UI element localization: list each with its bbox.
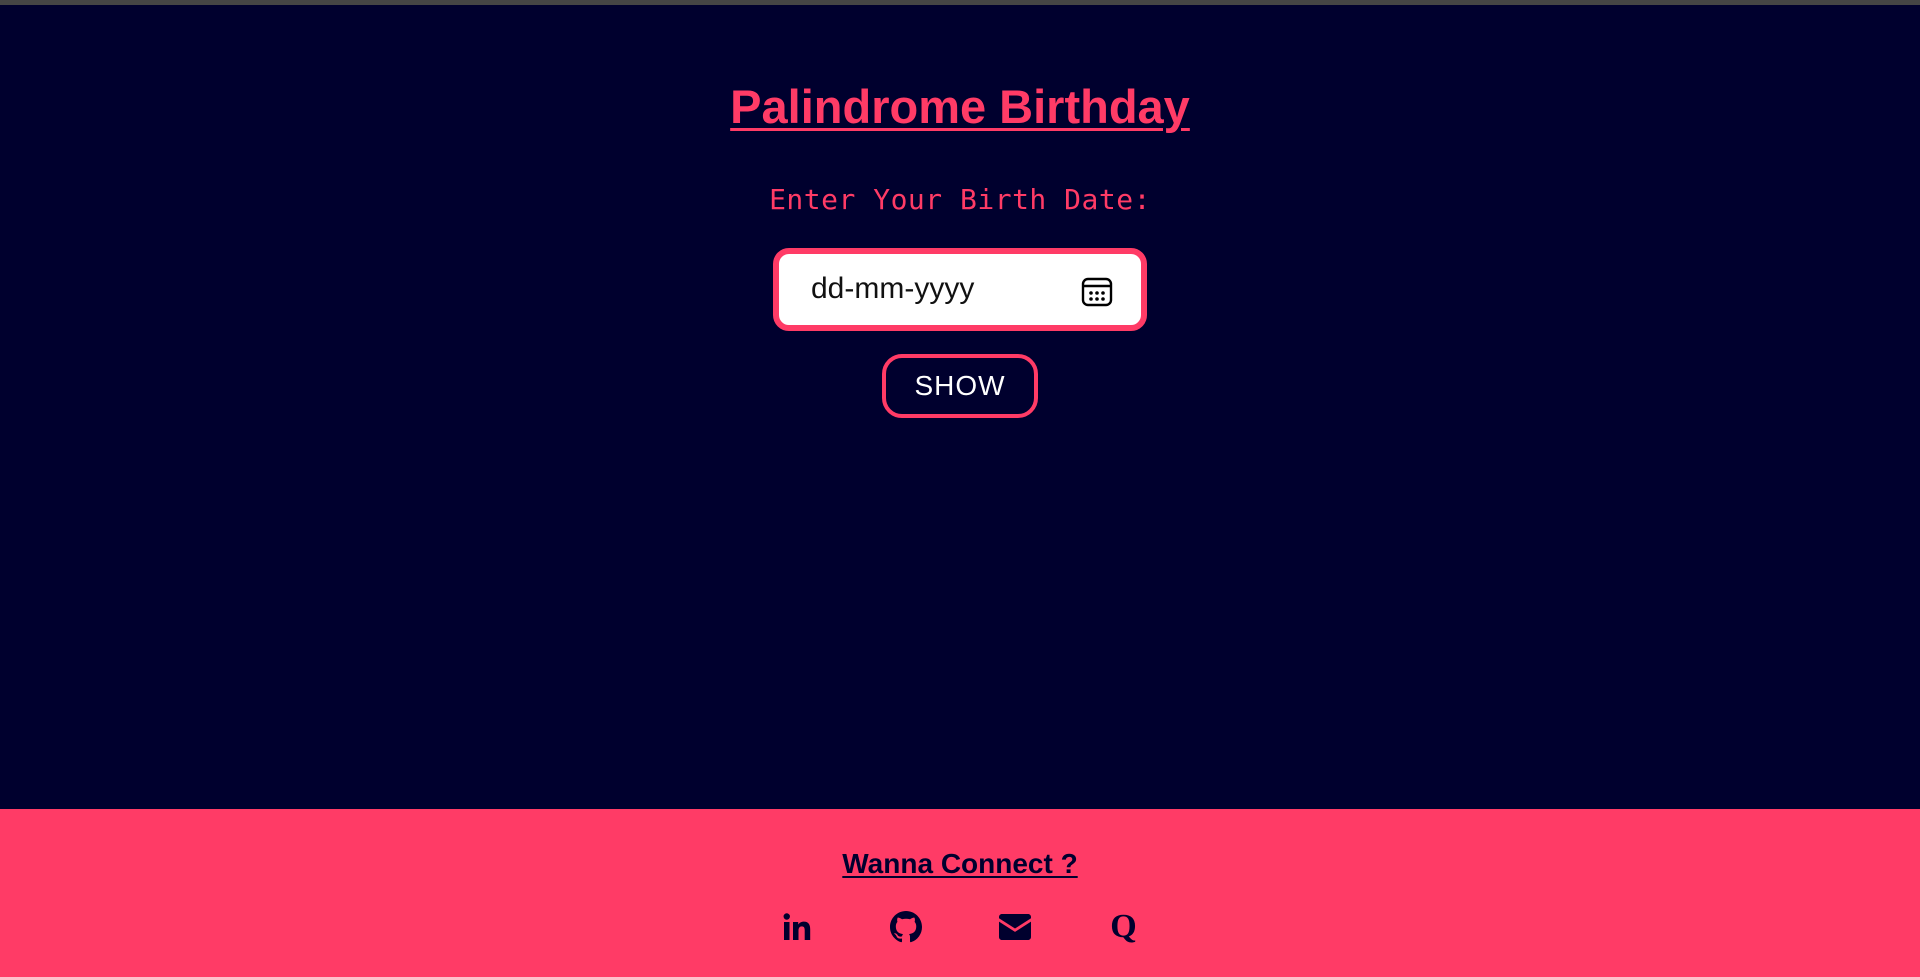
show-button[interactable]: SHOW — [882, 354, 1038, 418]
footer: Wanna Connect ? Q — [0, 809, 1920, 977]
quora-icon: Q — [1110, 908, 1137, 945]
calendar-icon[interactable] — [1081, 275, 1113, 307]
mail-icon — [998, 914, 1031, 940]
birth-date-input[interactable] — [811, 266, 1051, 312]
footer-heading: Wanna Connect ? — [842, 848, 1078, 879]
main-content: Palindrome Birthday Enter Your Birth Dat… — [0, 5, 1920, 809]
birth-date-label: Enter Your Birth Date: — [769, 183, 1151, 216]
social-links: Q — [742, 905, 1178, 949]
linkedin-icon — [783, 913, 810, 940]
quora-link[interactable]: Q — [1069, 905, 1178, 949]
date-input-container — [773, 248, 1147, 331]
github-icon — [889, 911, 922, 943]
page: Palindrome Birthday Enter Your Birth Dat… — [0, 5, 1920, 977]
linkedin-link[interactable] — [742, 905, 851, 949]
mail-link[interactable] — [960, 905, 1069, 949]
page-title: Palindrome Birthday — [730, 80, 1190, 133]
github-link[interactable] — [851, 905, 960, 949]
